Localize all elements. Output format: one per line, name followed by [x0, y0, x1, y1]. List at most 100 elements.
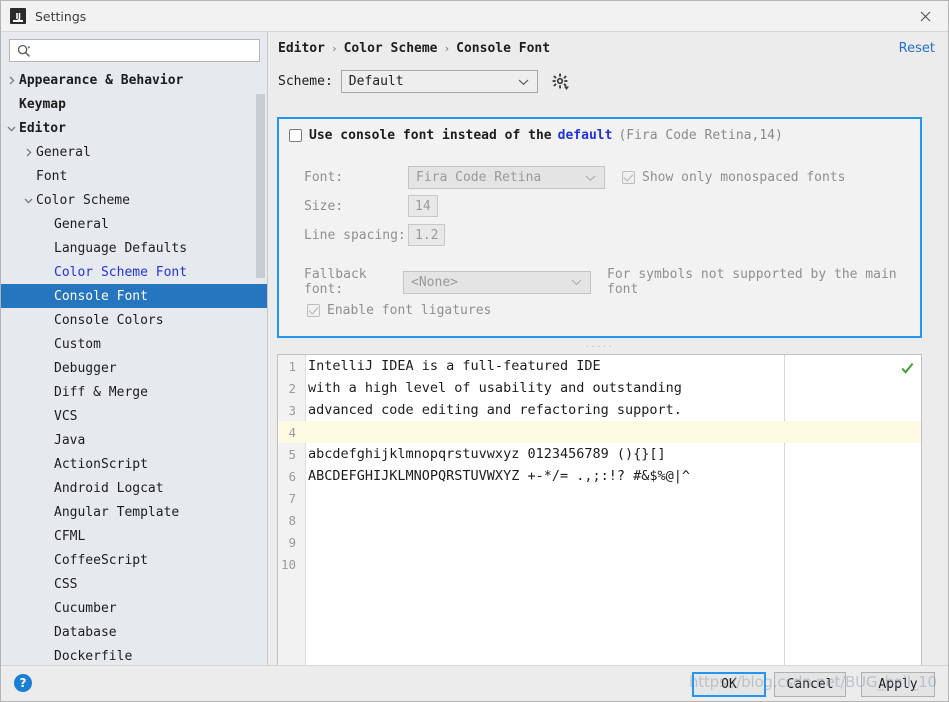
ligatures-row[interactable]: Enable font ligatures — [307, 303, 491, 318]
sidebar-item-angular-template[interactable]: Angular Template — [1, 500, 267, 524]
cancel-button[interactable]: Cancel — [774, 672, 846, 697]
sidebar-item-label: Diff & Merge — [54, 386, 148, 399]
chevron-right-icon[interactable] — [6, 75, 17, 86]
line-number: 6 — [278, 469, 301, 484]
fallback-font-select[interactable]: <None> — [403, 271, 591, 294]
size-input[interactable]: 14 — [408, 195, 438, 217]
line-spacing-label: Line spacing: — [304, 228, 408, 243]
preview-line: 10 — [278, 553, 921, 575]
panel-splitter[interactable]: ····· — [277, 342, 922, 352]
sidebar-item-diff-merge[interactable]: Diff & Merge — [1, 380, 267, 404]
sidebar-item-font[interactable]: Font — [1, 164, 267, 188]
chevron-down-icon[interactable] — [23, 195, 34, 206]
help-icon[interactable]: ? — [14, 674, 32, 692]
apply-button[interactable]: Apply — [861, 672, 935, 697]
sidebar-item-vcs[interactable]: VCS — [1, 404, 267, 428]
sidebar-item-general[interactable]: General — [1, 140, 267, 164]
sidebar-item-keymap[interactable]: Keymap — [1, 92, 267, 116]
sidebar-item-label: ActionScript — [54, 458, 148, 471]
line-number: 2 — [278, 381, 301, 396]
sidebar-item-label: Console Colors — [54, 314, 164, 327]
search-input[interactable] — [31, 41, 259, 60]
sidebar-item-language-defaults[interactable]: Language Defaults — [1, 236, 267, 260]
use-console-font-row[interactable]: Use console font instead of the default … — [289, 128, 783, 143]
breadcrumb-part[interactable]: Color Scheme — [344, 41, 438, 56]
monospaced-only-label: Show only monospaced fonts — [642, 170, 846, 185]
sidebar-item-android-logcat[interactable]: Android Logcat — [1, 476, 267, 500]
breadcrumb-part[interactable]: Editor — [278, 41, 325, 56]
sidebar-item-debugger[interactable]: Debugger — [1, 356, 267, 380]
intellij-idea-logo-icon — [10, 8, 26, 24]
settings-dialog: Settings Appearance & BehaviorKeymapEdit… — [0, 0, 949, 702]
breadcrumb-part[interactable]: Console Font — [456, 41, 550, 56]
fallback-font-row: Fallback font: <None> For symbols not su… — [304, 267, 920, 297]
chevron-down-icon — [518, 74, 529, 89]
sidebar-item-label: General — [36, 146, 91, 159]
preview-line: 4 — [278, 421, 921, 443]
font-select[interactable]: Fira Code Retina — [408, 166, 605, 189]
font-ligatures-label: Enable font ligatures — [327, 303, 491, 318]
reset-link[interactable]: Reset — [899, 41, 935, 56]
sidebar-item-color-scheme-font[interactable]: Color Scheme Font — [1, 260, 267, 284]
line-text: advanced code editing and refactoring su… — [301, 402, 682, 418]
sidebar-item-css[interactable]: CSS — [1, 572, 267, 596]
sidebar-item-console-colors[interactable]: Console Colors — [1, 308, 267, 332]
font-preview-editor[interactable]: 1IntelliJ IDEA is a full-featured IDE2wi… — [277, 354, 922, 683]
breadcrumb-separator: › — [444, 42, 451, 55]
sidebar-item-label: Appearance & Behavior — [19, 74, 183, 87]
dialog-footer: ? OK Cancel Apply — [1, 665, 948, 701]
sidebar-item-actionscript[interactable]: ActionScript — [1, 452, 267, 476]
use-console-font-checkbox[interactable] — [289, 129, 302, 142]
search-box[interactable] — [9, 39, 260, 62]
sidebar-scrollbar-thumb[interactable] — [256, 94, 265, 278]
font-ligatures-checkbox[interactable] — [307, 304, 320, 317]
sidebar-item-custom[interactable]: Custom — [1, 332, 267, 356]
line-number: 8 — [278, 513, 301, 528]
line-text: abcdefghijklmnopqrstuvwxyz 0123456789 ()… — [301, 446, 666, 462]
sidebar-item-label: CoffeeScript — [54, 554, 148, 567]
sidebar-item-appearance-behavior[interactable]: Appearance & Behavior — [1, 68, 267, 92]
sidebar-item-label: CFML — [54, 530, 85, 543]
sidebar-item-label: Debugger — [54, 362, 117, 375]
line-number: 10 — [278, 557, 301, 572]
inspection-ok-checkmark-icon[interactable] — [901, 360, 914, 373]
splitter-handle-icon: ····· — [585, 344, 614, 351]
chevron-down-icon — [571, 275, 582, 290]
sidebar-item-cfml[interactable]: CFML — [1, 524, 267, 548]
sidebar-item-label: Console Font — [54, 290, 148, 303]
sidebar-item-coffeescript[interactable]: CoffeeScript — [1, 548, 267, 572]
chevron-right-icon[interactable] — [23, 147, 34, 158]
sidebar-item-label: Android Logcat — [54, 482, 164, 495]
settings-sidebar: Appearance & Behavior KeymapEditor General… — [1, 32, 268, 667]
sidebar-item-cucumber[interactable]: Cucumber — [1, 596, 267, 620]
close-icon[interactable] — [902, 1, 948, 31]
sidebar-item-java[interactable]: Java — [1, 428, 267, 452]
line-spacing-input[interactable]: 1.2 — [408, 224, 445, 246]
sidebar-item-database[interactable]: Database — [1, 620, 267, 644]
fallback-font-hint: For symbols not supported by the main fo… — [607, 267, 920, 297]
settings-tree: Appearance & Behavior KeymapEditor General… — [1, 68, 267, 667]
preview-line: 9 — [278, 531, 921, 553]
scheme-select[interactable]: Default — [341, 70, 538, 93]
breadcrumb-separator: › — [331, 42, 338, 55]
sidebar-item-editor[interactable]: Editor — [1, 116, 267, 140]
sidebar-item-label: Custom — [54, 338, 101, 351]
monospaced-only-checkbox[interactable] — [622, 171, 635, 184]
line-spacing-row: Line spacing: 1.2 — [304, 224, 445, 246]
size-value: 14 — [415, 199, 431, 214]
gear-icon[interactable] — [552, 73, 570, 91]
chevron-down-icon[interactable] — [6, 123, 17, 134]
sidebar-item-label: Color Scheme — [36, 194, 130, 207]
scheme-select-value: Default — [349, 74, 404, 89]
sidebar-item-dockerfile[interactable]: Dockerfile — [1, 644, 267, 667]
size-label: Size: — [304, 199, 408, 214]
default-font-description: (Fira Code Retina,14) — [618, 128, 782, 143]
scheme-row: Scheme: Default — [278, 70, 570, 93]
sidebar-item-general[interactable]: General — [1, 212, 267, 236]
line-number: 3 — [278, 403, 301, 418]
sidebar-item-console-font[interactable]: Console Font — [1, 284, 267, 308]
default-font-link[interactable]: default — [558, 128, 613, 143]
preview-line: 6ABCDEFGHIJKLMNOPQRSTUVWXYZ +-*/= .,;:!?… — [278, 465, 921, 487]
ok-button[interactable]: OK — [692, 672, 766, 697]
sidebar-item-color-scheme[interactable]: Color Scheme — [1, 188, 267, 212]
